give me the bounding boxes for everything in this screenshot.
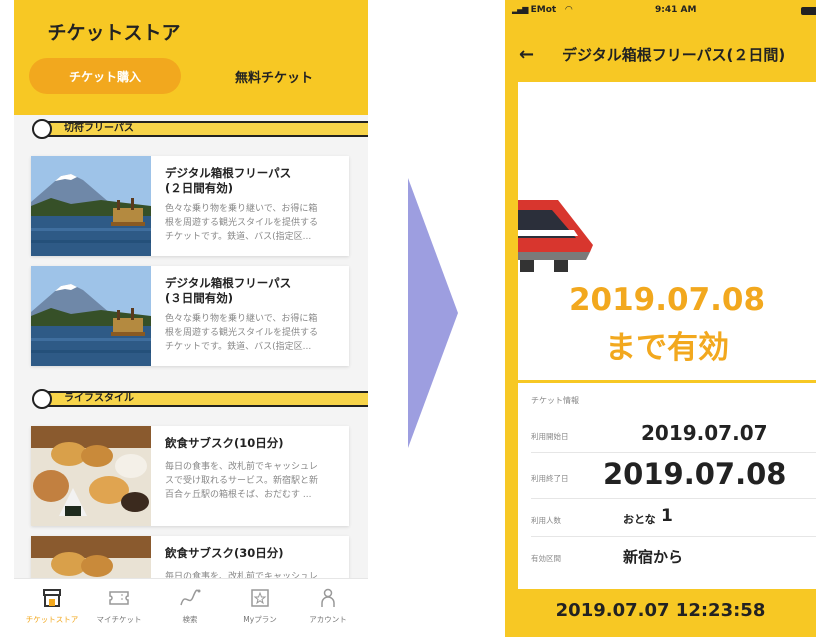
ticket-hero: 2019.07.08 まで有効 [518,82,816,380]
store-icon [43,589,61,607]
nav-account[interactable]: アカウント [298,587,358,625]
tab-free-tickets[interactable]: 無料チケット [209,58,339,94]
battery-icon [801,7,816,15]
card-title: 飲食サブスク(10日分) [165,436,284,450]
section-label: ライフスタイル [42,391,368,407]
ticket-card[interactable]: 飲食サブスク(10日分) 毎日の食事を、改札前でキャッシュレ スで受け取れるサー… [31,426,349,526]
info-row-end-date: 利用終了日 2019.07.08 [531,453,816,499]
card-title: デジタル箱根フリーパス (３日間有効) [165,276,292,305]
ticket-store-screen: チケットストア チケット購入 無料チケット 切符フリーパス デジタル箱根フリーパ… [14,0,368,637]
nav-label: 検索 [182,615,198,624]
wifi-icon: ◠ [565,5,573,15]
info-label: 利用人数 [531,516,561,525]
info-value: 2019.07.07 [641,421,768,445]
passenger-count: 1 [661,506,673,526]
status-bar: ▂▄▆ EMot ◠ 9:41 AM [505,0,816,22]
page-title: デジタル箱根フリーパス(２日間) [562,46,786,64]
info-value: 新宿から [623,548,684,566]
signal-icon: ▂▄▆ [512,5,529,14]
issued-timestamp: 2019.07.07 12:23:58 [555,600,766,621]
section-circle-icon [32,119,52,139]
section-circle-icon [32,389,52,409]
nav-label: チケットストア [25,615,79,624]
nav-my-plan[interactable]: Myプラン [230,587,290,625]
nav-label: アカウント [309,615,347,624]
card-description: 色々な乗り物を乗り継いで、お得に箱 根を周遊する観光スタイルを提供する チケット… [165,314,319,352]
person-icon [321,588,335,607]
nav-my-ticket[interactable]: マイチケット [89,587,149,625]
nav-ticket-store[interactable]: チケットストア [22,587,82,625]
card-title: 飲食サブスク(30日分) [165,546,284,560]
card-description: 色々な乗り物を乗り継いで、お得に箱 根を周遊する観光スタイルを提供する チケット… [165,204,319,242]
nav-search[interactable]: 検索 [160,587,220,625]
info-label: 利用開始日 [531,432,569,441]
star-icon [251,589,269,607]
ticket-card[interactable]: デジタル箱根フリーパス (２日間有効) 色々な乗り物を乗り継いで、お得に箱 根を… [31,156,349,256]
ticket-info-panel: チケット情報 利用開始日 2019.07.07 利用終了日 2019.07.08… [518,383,816,589]
valid-until-date: 2019.07.08 [568,282,766,318]
section-label: 切符フリーパス [42,121,368,137]
valid-until-label: まで有効 [605,330,729,366]
page-title: チケットストア [47,22,181,44]
back-button[interactable]: ← [519,44,534,65]
ticket-icon [109,591,129,605]
route-icon [180,589,201,606]
bottom-nav: チケットストア マイチケット 検索 Myプラン アカウント [14,578,368,637]
card-title: デジタル箱根フリーパス (２日間有効) [165,166,292,195]
info-row-section: 有効区間 新宿から [531,537,816,575]
status-time: 9:41 AM [655,5,697,15]
food-image [31,426,151,526]
lake-ashi-image [31,156,151,256]
ticket-info-heading: チケット情報 [531,396,579,405]
ticket-card[interactable]: デジタル箱根フリーパス (３日間有効) 色々な乗り物を乗り継いで、お得に箱 根を… [31,266,349,366]
store-header: チケットストア チケット購入 無料チケット [14,0,368,115]
section-header: 切符フリーパス [32,119,368,139]
nav-label: マイチケット [96,615,142,624]
section-header: ライフスタイル [32,389,368,409]
info-value: 2019.07.08 [603,457,787,491]
carrier-label: ▂▄▆ EMot ◠ [512,5,573,15]
info-row-start-date: 利用開始日 2019.07.07 [531,415,816,453]
romancecar-train-image [518,200,593,272]
ticket-detail-screen: ▂▄▆ EMot ◠ 9:41 AM ← デジタル箱根フリーパス(２日間) 20… [505,0,816,637]
info-value: おとな [623,513,656,526]
transition-arrow-icon [408,178,458,448]
card-description: 毎日の食事を、改札前でキャッシュレ スで受け取れるサービス。新宿駅と新 百合ヶ丘… [165,462,319,500]
info-label: 有効区間 [531,554,561,563]
lake-ashi-image [31,266,151,366]
info-row-passengers: 利用人数 おとな 1 [531,499,816,537]
nav-label: Myプラン [243,615,277,624]
info-label: 利用終了日 [531,474,569,483]
tab-purchase[interactable]: チケット購入 [29,58,181,94]
